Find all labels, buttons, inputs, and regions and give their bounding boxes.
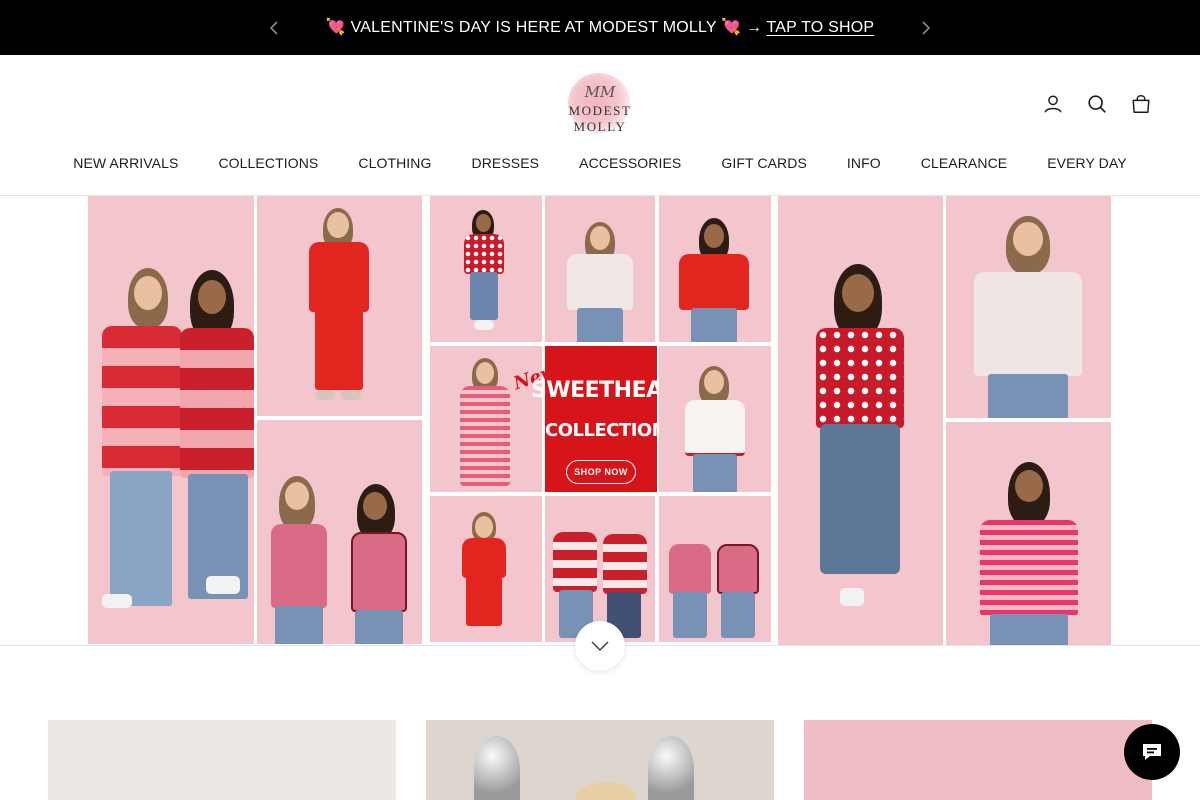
collection-card-3[interactable]	[804, 720, 1152, 800]
logo[interactable]: MM MODEST MOLLY	[540, 73, 660, 135]
hero-photo-pink-striped-tee	[946, 422, 1111, 645]
hero-photo-striped-dress	[430, 346, 542, 492]
nav-item-info[interactable]: INFO	[827, 155, 901, 171]
scroll-down-button[interactable]	[575, 621, 625, 671]
nav-item-every-day[interactable]: EVERY DAY	[1027, 155, 1147, 171]
chevron-down-icon	[591, 641, 609, 651]
nav-item-new-arrivals[interactable]: NEW ARRIVALS	[53, 155, 198, 171]
logo-wordmark: MODEST MOLLY	[568, 103, 632, 134]
collection-card-1[interactable]	[48, 720, 396, 800]
announcement-next-button[interactable]	[916, 18, 936, 38]
heart-icon: 💘	[325, 19, 346, 36]
hero-photo-heart-sweater-denim	[778, 196, 943, 645]
shop-now-button[interactable]: SHOP NOW	[566, 460, 636, 484]
promo-subtitle: COLLECTION	[545, 420, 667, 441]
site-header: MM MODEST MOLLY NEW ARRIVALS COLLECTIONS…	[0, 55, 1200, 196]
account-icon[interactable]	[1042, 93, 1064, 115]
hero-photo-cream-sweatshirt-large	[946, 196, 1111, 418]
announcement-message: 💘 VALENTINE'S DAY IS HERE AT MODEST MOLL…	[300, 17, 900, 37]
nav-item-dresses[interactable]: DRESSES	[452, 155, 560, 171]
nav-item-gift-cards[interactable]: GIFT CARDS	[701, 155, 827, 171]
promo-title: SWEETHEART'S	[531, 378, 715, 403]
chat-icon	[1143, 744, 1161, 760]
hero-photo-red-outfit-small	[430, 496, 542, 642]
nav-item-clearance[interactable]: CLEARANCE	[901, 155, 1027, 171]
heart-icon: 💘	[721, 19, 742, 36]
header-icons	[1042, 93, 1152, 115]
hero-banner[interactable]: New! SWEETHEART'S COLLECTION SHOP NOW	[0, 196, 1200, 646]
chat-button[interactable]	[1124, 724, 1180, 780]
announcement-text: VALENTINE'S DAY IS HERE AT MODEST MOLLY	[350, 19, 717, 36]
nav-item-collections[interactable]: COLLECTIONS	[198, 155, 338, 171]
hero-photo-heart-sweater	[430, 196, 542, 342]
nav-item-accessories[interactable]: ACCESSORIES	[559, 155, 701, 171]
arrow-glyph: →	[745, 19, 763, 36]
announcement-bar: 💘 VALENTINE'S DAY IS HERE AT MODEST MOLL…	[0, 0, 1200, 55]
tap-to-shop-link[interactable]: TAP TO SHOP	[767, 19, 875, 36]
hero-photo-cream-sweatshirt	[545, 196, 655, 342]
chevron-right-icon	[922, 21, 931, 35]
hero-photo-red-outfit	[257, 196, 422, 416]
logo-monogram: MM	[584, 83, 616, 101]
hero-photo-pink-vests	[257, 420, 422, 644]
hero-photo-red-sweatshirt	[659, 196, 771, 342]
nav-item-clothing[interactable]: CLOTHING	[338, 155, 451, 171]
cart-icon[interactable]	[1130, 93, 1152, 115]
hero-photo-ringer-tee	[659, 346, 771, 492]
announcement-prev-button[interactable]	[264, 18, 284, 38]
hero-photo-vest-duo-small	[659, 496, 771, 642]
collection-card-2[interactable]	[426, 720, 774, 800]
search-icon[interactable]	[1086, 93, 1108, 115]
hero-photo-striped-cardigans	[88, 196, 254, 644]
main-nav: NEW ARRIVALS COLLECTIONS CLOTHING DRESSE…	[0, 155, 1200, 171]
hero-promo-sweethearts[interactable]: New! SWEETHEART'S COLLECTION SHOP NOW	[511, 346, 715, 492]
chevron-left-icon	[269, 21, 278, 35]
